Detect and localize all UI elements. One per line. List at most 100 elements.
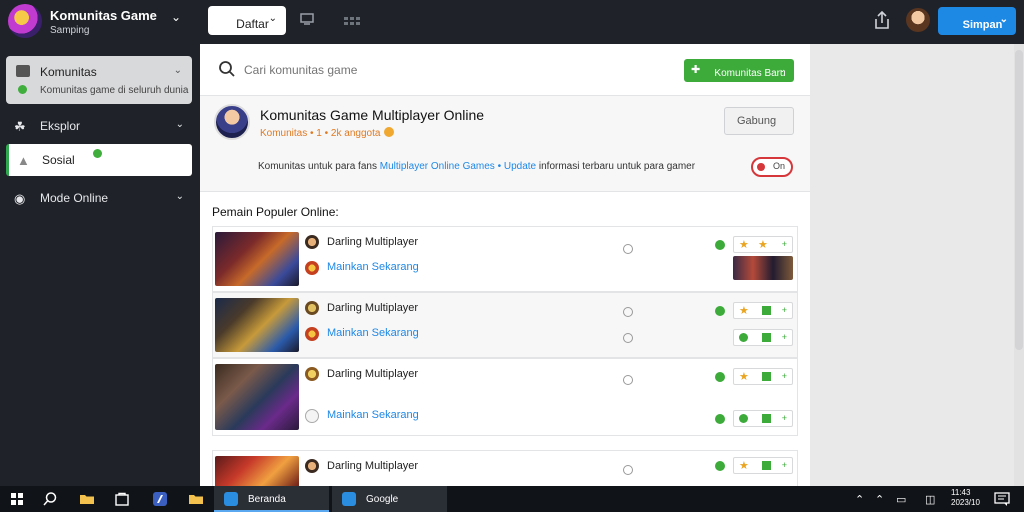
- avatar: [305, 459, 319, 473]
- sidebar-item-online-mode[interactable]: ◉ Mode Online ⌄: [0, 182, 200, 214]
- join-button[interactable]: Gabung: [724, 107, 794, 135]
- status-square-icon: [762, 333, 771, 342]
- info-icon[interactable]: [623, 307, 633, 317]
- chevron-down-icon: ⌄: [175, 191, 184, 202]
- sidebar-community-card[interactable]: Komunitas Komunitas game di seluruh duni…: [6, 56, 192, 104]
- chevron-up-icon[interactable]: ⌃: [855, 493, 864, 506]
- monitor-icon[interactable]: [300, 12, 314, 29]
- info-icon[interactable]: [623, 375, 633, 385]
- play-link[interactable]: Mainkan Sekarang: [327, 327, 419, 339]
- table-row[interactable]: Darling Multiplayer Mainkan Sekarang ★ +…: [212, 292, 798, 358]
- avatar: [305, 235, 319, 249]
- new-community-label: Komunitas Baru: [714, 67, 786, 79]
- info-icon[interactable]: [623, 465, 633, 475]
- plus-icon: +: [781, 332, 787, 342]
- plus-icon: +: [781, 413, 787, 423]
- volume-icon[interactable]: ◫: [925, 493, 935, 506]
- rating-badge[interactable]: ★ +: [733, 457, 793, 474]
- search-input[interactable]: [244, 58, 544, 82]
- table-row[interactable]: Darling Multiplayer ★ +: [212, 450, 798, 486]
- store-icon[interactable]: [114, 491, 130, 507]
- info-icon[interactable]: [623, 244, 633, 254]
- app-title[interactable]: Komunitas Game: [50, 8, 157, 23]
- group-meta: Komunitas • 1 • 2k anggota: [260, 127, 395, 139]
- status-badge[interactable]: +: [733, 329, 793, 346]
- star-icon: ★: [758, 239, 768, 251]
- rating-badge[interactable]: ★ ★ +: [733, 236, 793, 253]
- search-icon[interactable]: [218, 60, 236, 78]
- toggle-label: On: [773, 161, 786, 171]
- preview-thumbnail[interactable]: [733, 256, 793, 280]
- sidebar-item-label: Eksplor: [40, 119, 81, 133]
- save-button[interactable]: Simpan ⌄: [938, 7, 1016, 35]
- system-clock[interactable]: 11:43 2023/10: [951, 488, 980, 508]
- game-thumbnail[interactable]: [215, 298, 299, 352]
- online-status-icon: [715, 240, 725, 250]
- sidebar-card-title: Komunitas: [40, 65, 97, 79]
- chevron-down-icon[interactable]: ⌄: [171, 10, 181, 24]
- folder-icon[interactable]: [188, 491, 204, 507]
- search-icon[interactable]: [42, 491, 58, 507]
- game-thumbnail[interactable]: [215, 456, 299, 486]
- app-icon: [224, 492, 238, 506]
- sidebar-item-social[interactable]: ▲ Sosial: [6, 144, 192, 176]
- folder-icon: [16, 65, 30, 77]
- controller-icon: ▲: [17, 153, 30, 168]
- app-subtitle: Samping: [50, 25, 90, 36]
- online-status-icon: [715, 461, 725, 471]
- save-label: Simpan: [962, 18, 1003, 31]
- grid-icon[interactable]: [344, 13, 360, 29]
- star-icon: ★: [739, 371, 749, 383]
- status-dot-icon: [18, 85, 27, 94]
- star-icon: ★: [739, 460, 749, 472]
- chevron-down-icon: ⌄: [999, 14, 1008, 25]
- gamepad-icon: ☘: [14, 119, 26, 134]
- toggle-knob: [757, 163, 765, 171]
- table-row[interactable]: Darling Multiplayer Mainkan Sekarang ★ ★…: [212, 226, 798, 292]
- status-square-icon: [762, 461, 771, 470]
- chevron-up-icon[interactable]: ⌃: [875, 493, 884, 506]
- avatar: [305, 301, 319, 315]
- game-thumbnail[interactable]: [215, 364, 299, 430]
- scrollbar-thumb[interactable]: [1015, 50, 1023, 350]
- sidebar: Komunitas Komunitas game di seluruh duni…: [0, 44, 200, 486]
- chevron-down-icon[interactable]: ⌄: [174, 65, 182, 76]
- notification-icon[interactable]: [994, 491, 1010, 510]
- player-name: Darling Multiplayer: [327, 368, 419, 380]
- status-badge[interactable]: +: [733, 410, 793, 427]
- avatar: [305, 261, 319, 275]
- sidebar-item-explore[interactable]: ☘ Eksplor ⌄: [0, 110, 200, 142]
- network-icon[interactable]: ▭: [896, 493, 906, 506]
- group-avatar[interactable]: [214, 104, 250, 140]
- right-panel: [810, 44, 1024, 486]
- rating-badge[interactable]: ★ +: [733, 368, 793, 385]
- coin-icon: [384, 127, 395, 137]
- status-square-icon: [762, 306, 771, 315]
- group-desc-link[interactable]: Multiplayer Online Games • Update: [380, 161, 536, 172]
- folder-icon[interactable]: [79, 491, 95, 507]
- taskbar: Beranda Google ⌃ ⌃ ▭ ◫ 11:43 2023/10: [0, 486, 1024, 512]
- game-thumbnail[interactable]: [215, 232, 299, 286]
- notification-toggle[interactable]: On: [751, 157, 793, 177]
- play-link[interactable]: Mainkan Sekarang: [327, 409, 419, 421]
- plus-icon: ✚: [691, 64, 701, 76]
- info-icon[interactable]: [623, 333, 633, 343]
- taskbar-app-google[interactable]: Google: [332, 486, 447, 512]
- rating-badge[interactable]: ★ +: [733, 302, 793, 319]
- view-dropdown-button[interactable]: Daftar ⌄: [208, 6, 286, 35]
- browser-icon[interactable]: [152, 491, 168, 507]
- share-icon[interactable]: [873, 9, 891, 31]
- user-avatar[interactable]: [906, 8, 930, 32]
- status-square-icon: [762, 414, 771, 423]
- table-row[interactable]: Darling Multiplayer Mainkan Sekarang ★ +…: [212, 358, 798, 436]
- taskbar-app-home[interactable]: Beranda: [214, 486, 329, 512]
- online-status-icon: [715, 306, 725, 316]
- windows-start-icon[interactable]: [11, 493, 23, 505]
- plus-icon: +: [781, 460, 787, 470]
- avatar: [305, 327, 319, 341]
- play-link[interactable]: Mainkan Sekarang: [327, 261, 419, 273]
- new-community-button[interactable]: ✚ Komunitas Baru ⌄: [684, 59, 794, 82]
- app-logo[interactable]: [8, 4, 42, 38]
- chevron-down-icon: ⌄: [778, 64, 786, 74]
- group-header: Komunitas Game Multiplayer Online Komuni…: [200, 96, 810, 192]
